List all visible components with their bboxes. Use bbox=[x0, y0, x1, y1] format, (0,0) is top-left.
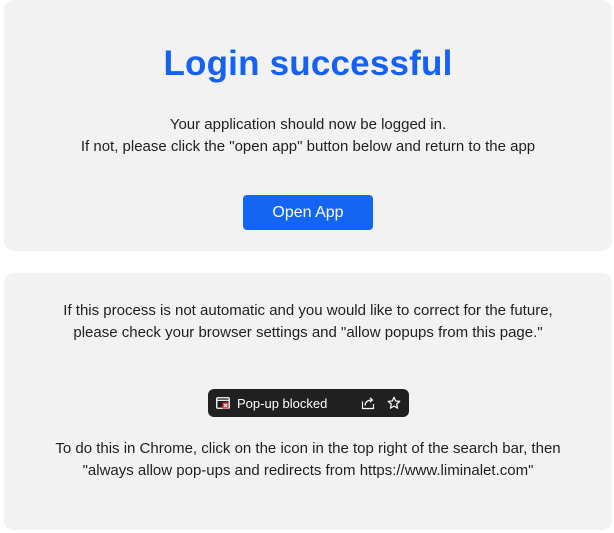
popup-instructions-card: If this process is not automatic and you… bbox=[4, 273, 612, 530]
success-message-line-2: If not, please click the "open app" butt… bbox=[80, 138, 536, 155]
page-title: Login successful bbox=[163, 44, 453, 83]
success-message: Your application should now be logged in… bbox=[4, 114, 612, 158]
popup-blocked-bar: Pop-up blocked bbox=[208, 389, 409, 417]
share-icon bbox=[361, 396, 375, 410]
chrome-instructions-text: To do this in Chrome, click on the icon … bbox=[55, 440, 561, 479]
open-app-button[interactable]: Open App bbox=[243, 195, 373, 230]
popup-instructions-text: If this process is not automatic and you… bbox=[63, 302, 553, 341]
login-success-card: Login successful Your application should… bbox=[4, 0, 612, 251]
popup-blocked-icon bbox=[216, 397, 230, 409]
popup-blocked-label: Pop-up blocked bbox=[237, 395, 328, 411]
success-message-line-1: Your application should now be logged in… bbox=[169, 116, 447, 133]
star-icon bbox=[387, 396, 401, 410]
